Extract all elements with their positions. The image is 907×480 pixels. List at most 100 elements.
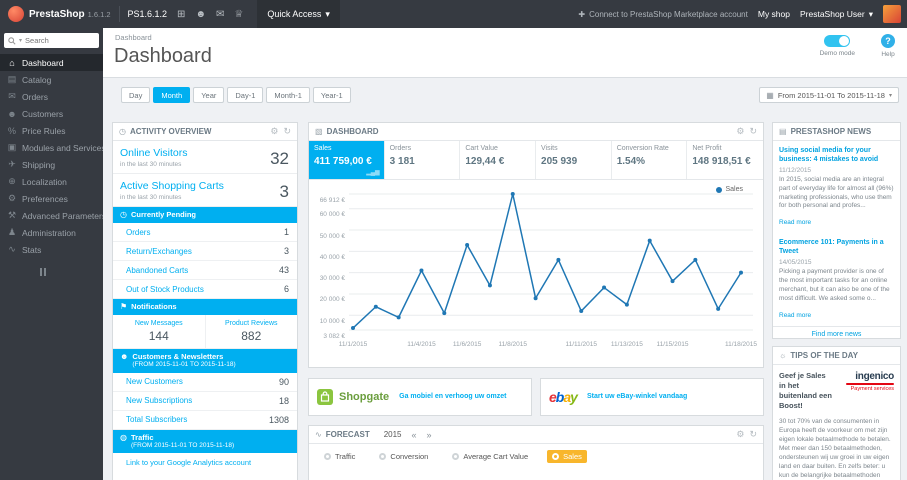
news-article-title[interactable]: Ecommerce 101: Payments in a Tweet [779,238,894,256]
ebay-link[interactable]: Start uw eBay-winkel vandaag [587,393,687,401]
sidebar-item-localization[interactable]: ⊕ Localization [0,173,103,190]
new-subscriptions-row[interactable]: New Subscriptions 18 [113,392,297,411]
find-more-news-link[interactable]: Find more news [812,331,862,338]
online-visitors-value: 32 [270,149,289,168]
sidebar-item-orders[interactable]: ✉ Orders [0,88,103,105]
online-visitors-sub: in the last 30 minutes [120,161,182,168]
sidebar-item-price-rules[interactable]: % Price Rules [0,122,103,139]
forecast-legend-label: Traffic [335,452,356,461]
sidebar-item-shipping[interactable]: ✈ Shipping [0,156,103,173]
search-scope-caret-icon[interactable]: ▾ [19,37,22,44]
news-article-title[interactable]: Using social media for your business: 4 … [779,146,894,164]
row-value: 1 [283,227,289,237]
my-shop-link[interactable]: My shop [758,9,790,19]
panel-title: ACTIVITY OVERVIEW [129,127,212,136]
refresh-icon[interactable]: ↻ [749,429,757,440]
news-icon: ▤ [779,127,787,136]
sidebar-item-dashboard[interactable]: ⌂ Dashboard [0,54,103,71]
sidebar-item-label: Price Rules [22,125,66,136]
forecast-legend-average-cart-value[interactable]: Average Cart Value [447,450,533,463]
abandoned-carts-row[interactable]: Abandoned Carts 43 [113,261,297,280]
sidebar-item-preferences[interactable]: ⚙ Preferences [0,190,103,207]
cart-icon[interactable]: ⊞ [177,9,185,20]
kpi-sales[interactable]: Sales 411 759,00 € ▂▄▆ [309,141,385,179]
demo-mode-toggle[interactable] [824,35,851,47]
bell-icon: ⚑ [120,302,128,311]
sidebar-item-catalog[interactable]: ▤ Catalog [0,71,103,88]
prestashop-news-panel: ▤ PRESTASHOP NEWS Using social media for… [772,122,901,339]
next-year-button[interactable]: » [427,430,432,440]
kpi-net-profit[interactable]: Net Profit 148 918,51 € [687,141,763,179]
sidebar-collapse-button[interactable] [40,268,103,276]
avatar[interactable] [883,5,901,23]
refresh-icon[interactable]: ↻ [283,126,291,137]
total-subscribers-row[interactable]: Total Subscribers 1308 [113,411,297,430]
kpi-orders[interactable]: Orders 3 181 [385,141,461,179]
brand-name: PrestaShop [29,8,85,20]
date-range-picker[interactable]: ▦ From 2015-11-01 To 2015-11-18 ▾ [759,87,899,103]
chart-legend[interactable]: Sales [716,186,743,193]
new-customers-row[interactable]: New Customers 90 [113,373,297,392]
shop-name-link[interactable]: PS1.6.1.2 [128,9,168,19]
messages-icon[interactable]: ✉ [216,9,224,20]
forecast-legend-sales[interactable]: Sales [547,450,587,463]
date-range-buttons: Day Month Year Day-1 Month-1 Year-1 [121,87,351,103]
row-label: New Customers [126,377,183,386]
pending-orders-row[interactable]: Orders 1 [113,223,297,242]
online-visitors-metric[interactable]: Online Visitors in the last 30 minutes 3… [113,141,297,174]
out-of-stock-row[interactable]: Out of Stock Products 6 [113,280,297,299]
sidebar-item-advanced-parameters[interactable]: ⚒ Advanced Parameters [0,207,103,224]
pending-returns-row[interactable]: Return/Exchanges 3 [113,242,297,261]
previous-year-button[interactable]: « [412,430,417,440]
sidebar-item-stats[interactable]: ∿ Stats [0,241,103,258]
product-reviews-cell[interactable]: Product Reviews 882 [206,315,298,348]
user-menu[interactable]: PrestaShop User ▾ [800,9,873,20]
customers-icon[interactable]: ☻ [195,9,206,20]
read-more-link[interactable]: Read more [779,219,811,226]
breadcrumb[interactable]: Dashboard [115,33,152,42]
refresh-icon[interactable]: ↻ [749,126,757,137]
kpi-cart-value[interactable]: Cart Value 129,44 € [460,141,537,179]
globe-icon: ◍ [120,432,127,442]
row-label: Out of Stock Products [126,284,204,294]
trophy-icon[interactable]: ♕ [234,9,243,20]
sidebar-search[interactable]: ▾ [4,33,99,48]
radio-icon [552,453,560,460]
forecast-legend-conversion[interactable]: Conversion [374,450,433,463]
x-axis-tick: 11/1/2015 [338,341,368,348]
tips-of-the-day-panel: ☼ TIPS OF THE DAY Geef je Sales in het b… [772,346,901,480]
y-axis-tick: 3 082 € [323,332,345,340]
shopgate-link[interactable]: Ga mobiel en verhoog uw omzet [399,393,506,401]
read-more-link[interactable]: Read more [779,312,811,319]
forecast-year[interactable]: 2015 [384,430,402,439]
sidebar-item-modules[interactable]: ▣ Modules and Services [0,139,103,156]
row-value: 6 [283,284,289,294]
quick-access-dropdown[interactable]: Quick Access ▾ [257,0,340,28]
range-year-1-button[interactable]: Year-1 [312,87,351,103]
ingenico-tagline: Payment services [850,386,894,392]
forecast-legend-traffic[interactable]: Traffic [319,450,360,463]
tip-body: 30 tot 70% van de consumenten in Europa … [779,417,891,480]
ebay-letter: e [549,389,557,405]
gear-icon[interactable]: ⚙ [736,429,744,440]
legend-dot-icon [716,186,723,193]
help-label: Help [881,51,895,58]
kpi-visits[interactable]: Visits 205 939 [536,141,612,179]
range-month-button[interactable]: Month [153,87,191,103]
google-analytics-link[interactable]: Link to your Google Analytics account [126,458,251,467]
gear-icon[interactable]: ⚙ [736,126,744,137]
radio-icon [324,453,331,460]
new-messages-cell[interactable]: New Messages 144 [113,315,206,348]
sidebar-item-customers[interactable]: ☻ Customers [0,105,103,122]
range-day-1-button[interactable]: Day-1 [227,87,264,103]
range-year-button[interactable]: Year [193,87,225,103]
range-month-1-button[interactable]: Month-1 [266,87,310,103]
marketplace-link[interactable]: ✚ Connect to PrestaShop Marketplace acco… [578,10,747,19]
sidebar-search-input[interactable] [25,36,84,45]
range-day-button[interactable]: Day [121,87,151,103]
gear-icon[interactable]: ⚙ [270,126,278,137]
kpi-conversion-rate[interactable]: Conversion Rate 1.54% [612,141,688,179]
help-button[interactable]: ? Help [881,34,895,58]
active-carts-metric[interactable]: Active Shopping Carts in the last 30 min… [113,174,297,207]
sidebar-item-administration[interactable]: ♟ Administration [0,224,103,241]
